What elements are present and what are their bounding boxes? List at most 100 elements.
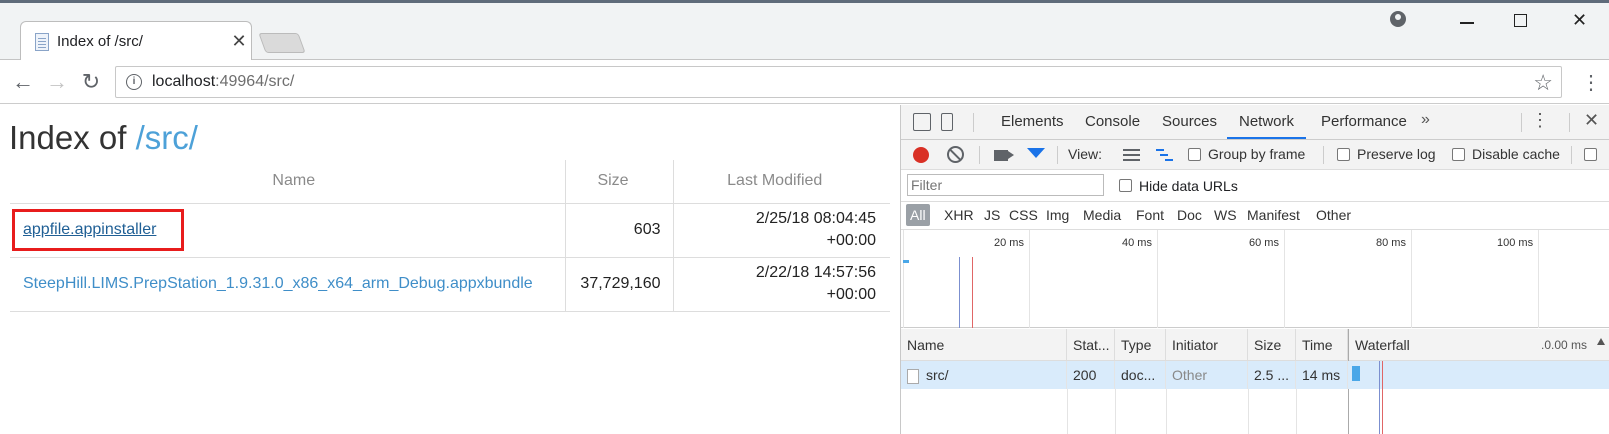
file-timezone: +00:00 — [826, 286, 876, 303]
close-tab-icon[interactable]: ✕ — [227, 31, 251, 52]
reload-icon[interactable]: ↻ — [78, 69, 104, 95]
maximize-icon[interactable] — [1514, 14, 1527, 27]
tab-console[interactable]: Console — [1085, 105, 1140, 139]
dom-content-loaded-line — [1379, 361, 1380, 434]
tab-performance[interactable]: Performance — [1321, 105, 1407, 139]
column-header-time[interactable]: Time — [1296, 329, 1348, 361]
type-media[interactable]: Media — [1083, 207, 1121, 223]
dom-content-loaded-marker — [959, 257, 960, 328]
table-header-row: Name Size Last Modified — [10, 160, 890, 204]
overview-tick-label: 40 ms — [1122, 237, 1152, 249]
profile-icon[interactable] — [1390, 11, 1406, 27]
file-link[interactable]: SteepHill.LIMS.PrepStation_1.9.31.0_x86_… — [23, 275, 533, 292]
minimize-icon[interactable] — [1460, 22, 1474, 24]
type-all[interactable]: All — [906, 204, 930, 226]
overview-gridline — [1411, 230, 1412, 328]
browser-menu-icon[interactable]: ⋮ — [1581, 70, 1601, 95]
tab-sources[interactable]: Sources — [1162, 105, 1217, 139]
more-tabs-icon[interactable]: » — [1421, 111, 1430, 129]
overview-tick-label: 100 ms — [1497, 237, 1534, 249]
column-header-name[interactable]: Name — [901, 329, 1067, 361]
file-date: 2/25/18 08:04:45 — [755, 210, 876, 227]
type-xhr[interactable]: XHR — [944, 207, 974, 223]
forward-icon[interactable]: → — [44, 69, 70, 95]
type-ws[interactable]: WS — [1214, 207, 1237, 223]
window-top-edge — [0, 0, 1609, 3]
file-size: 37,729,160 — [564, 257, 673, 312]
devtools-menu-icon[interactable]: ⋮ — [1531, 110, 1549, 131]
column-divider — [1248, 389, 1249, 434]
type-doc[interactable]: Doc — [1177, 207, 1202, 223]
preserve-log-checkbox[interactable] — [1337, 148, 1350, 161]
file-name-cell: appfile.appinstaller — [10, 203, 565, 258]
column-header-size[interactable]: Size — [564, 160, 673, 204]
overview-tick-label: 20 ms — [994, 237, 1024, 249]
network-toolbar: View: Group by frame Preserve log Disabl… — [901, 140, 1609, 170]
type-img[interactable]: Img — [1046, 207, 1069, 223]
close-devtools-icon[interactable]: ✕ — [1584, 110, 1599, 131]
request-status: 200 — [1067, 361, 1115, 389]
filter-icon[interactable] — [1027, 148, 1045, 158]
hide-data-urls-label: Hide data URLs — [1139, 178, 1238, 194]
new-tab-button[interactable] — [258, 33, 306, 53]
waterfall-bar — [1352, 366, 1360, 381]
document-icon — [907, 368, 919, 384]
request-initiator: Other — [1166, 361, 1248, 389]
type-font[interactable]: Font — [1136, 207, 1164, 223]
file-timezone: +00:00 — [826, 232, 876, 249]
bookmark-star-icon[interactable]: ☆ — [1533, 70, 1553, 96]
overview-tick-label: 60 ms — [1249, 237, 1279, 249]
table-row[interactable]: src/ 200 doc... Other 2.5 ... 14 ms — [901, 361, 1609, 389]
capture-screenshots-icon[interactable] — [994, 150, 1014, 161]
sort-ascending-icon[interactable] — [1597, 338, 1605, 345]
overview-gridline — [1284, 230, 1285, 328]
page-icon — [35, 32, 49, 51]
filter-input[interactable] — [907, 174, 1104, 196]
type-js[interactable]: JS — [984, 207, 1000, 223]
overview-gridline — [1157, 230, 1158, 328]
file-link[interactable]: appfile.appinstaller — [23, 221, 156, 238]
divider — [973, 113, 974, 132]
page-title: Index of /src/ — [9, 119, 198, 157]
browser-toolbar: ← → ↻ i localhost:49964/src/ ☆ ⋮ — [0, 60, 1609, 104]
record-icon[interactable] — [913, 147, 929, 163]
group-by-frame-checkbox[interactable] — [1188, 148, 1201, 161]
column-header-size[interactable]: Size — [1248, 329, 1296, 361]
tab-elements[interactable]: Elements — [1001, 105, 1064, 139]
disable-cache-label: Disable cache — [1472, 146, 1560, 162]
offline-checkbox[interactable] — [1584, 148, 1597, 161]
type-manifest[interactable]: Manifest — [1247, 207, 1300, 223]
type-other[interactable]: Other — [1316, 207, 1351, 223]
divider — [1323, 146, 1324, 164]
overview-icon[interactable] — [1156, 148, 1174, 162]
column-header-status[interactable]: Stat... — [1067, 329, 1115, 361]
tab-network[interactable]: Network — [1227, 105, 1307, 139]
load-event-line — [1382, 361, 1383, 434]
divider — [1571, 146, 1572, 164]
hide-data-urls-checkbox[interactable] — [1119, 179, 1132, 192]
column-divider — [1067, 389, 1068, 434]
back-icon[interactable]: ← — [10, 69, 36, 95]
title-prefix: Index of — [9, 119, 136, 156]
column-divider — [1166, 389, 1167, 434]
column-header-type[interactable]: Type — [1115, 329, 1166, 361]
disable-cache-checkbox[interactable] — [1452, 148, 1465, 161]
column-header-modified[interactable]: Last Modified — [672, 160, 890, 204]
inspect-element-icon[interactable] — [913, 113, 931, 131]
requests-table-empty-area — [901, 389, 1609, 434]
network-overview[interactable]: 20 ms 40 ms 60 ms 80 ms 100 ms — [901, 230, 1609, 328]
column-header-name[interactable]: Name — [10, 160, 565, 204]
clear-icon[interactable] — [947, 146, 964, 163]
request-size: 2.5 ... — [1248, 361, 1296, 389]
type-css[interactable]: CSS — [1009, 207, 1038, 223]
divider — [1569, 113, 1570, 132]
file-listing-table: Name Size Last Modified appfile.appinsta… — [10, 160, 890, 312]
browser-tab[interactable]: Index of /src/ ✕ — [20, 21, 252, 61]
device-toolbar-icon[interactable] — [941, 113, 953, 131]
large-rows-icon[interactable] — [1123, 148, 1140, 162]
column-header-initiator[interactable]: Initiator — [1166, 329, 1248, 361]
info-icon[interactable]: i — [126, 74, 142, 90]
url-host: localhost — [152, 73, 216, 90]
close-window-icon[interactable]: ✕ — [1572, 10, 1587, 31]
address-bar[interactable]: i localhost:49964/src/ ☆ — [115, 66, 1562, 98]
